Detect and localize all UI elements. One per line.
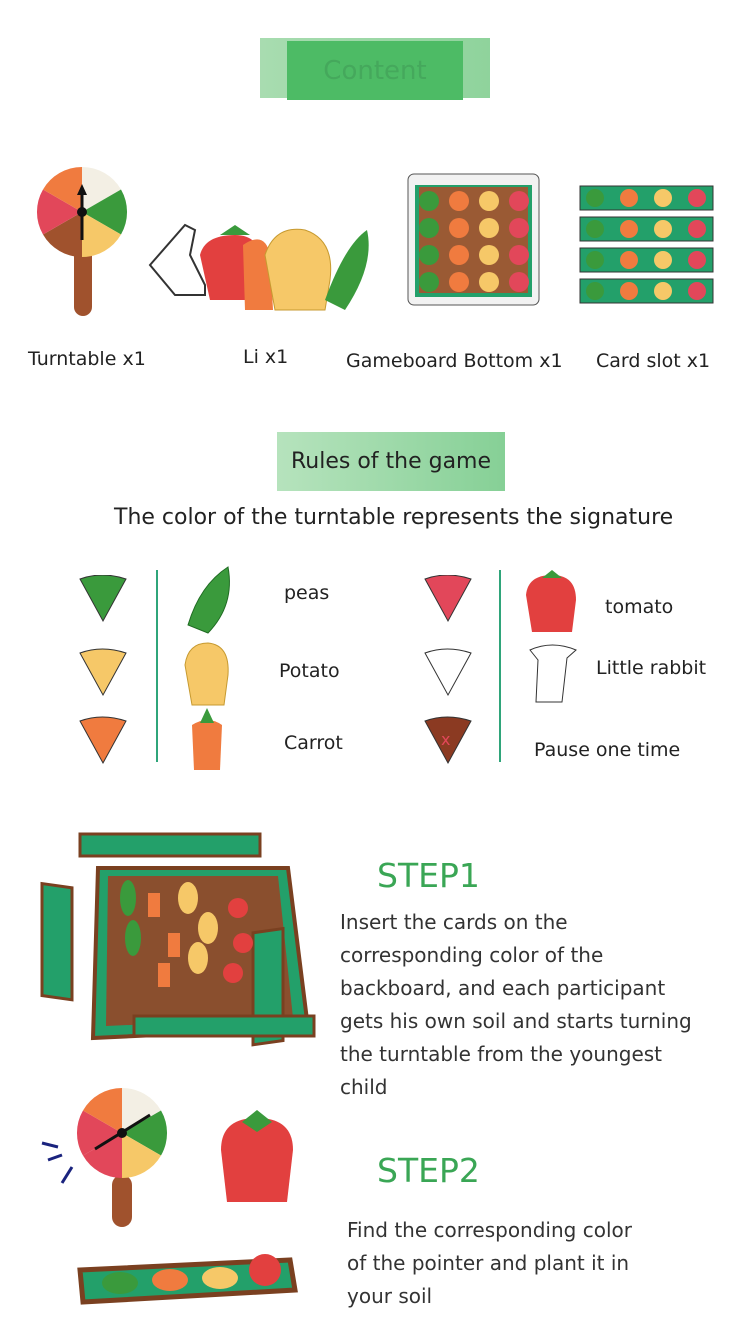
rabbit-icon [529, 644, 577, 703]
potato-icon [184, 642, 229, 706]
step1-line: child [340, 1075, 388, 1099]
tomato-wedge-icon [424, 575, 472, 623]
step1-line: Insert the cards on the [340, 910, 568, 934]
legend-rabbit: Little rabbit [596, 657, 707, 679]
product-page: Content Turntable x1 Li x1 Gameboard Bot… [0, 0, 750, 1340]
gameboard-icon [407, 173, 540, 306]
legend-wedges-left [79, 575, 127, 765]
turntable-label: Turntable x1 [28, 348, 146, 370]
board-slot [419, 245, 439, 265]
board-setup-illustration [40, 832, 316, 1047]
card-slot-dot [654, 251, 672, 269]
legend-carrot: Carrot [284, 732, 343, 754]
li-label: Li x1 [243, 346, 289, 368]
vegetable-pieces-icon [148, 223, 369, 311]
board-slot [509, 245, 529, 265]
rules-header: Rules of the game [277, 432, 505, 491]
card-slot-dot [620, 189, 638, 207]
board-slot [419, 218, 439, 238]
divider [499, 570, 501, 762]
legend-veg-right [526, 570, 577, 703]
card-slot-dot [688, 282, 706, 300]
step1-line: backboard, and each participant [340, 976, 666, 1000]
turntable-icon [36, 166, 128, 316]
step2-title: STEP2 [377, 1151, 480, 1190]
legend-pause: Pause one time [534, 739, 681, 761]
peas-wedge-icon [79, 575, 127, 623]
card-slot-dot [586, 282, 604, 300]
legend-peas: peas [284, 582, 330, 604]
card-slot-dot [586, 251, 604, 269]
card-slot-dot [654, 189, 672, 207]
rules-subtitle: The color of the turntable represents th… [114, 505, 674, 530]
board-slot [479, 191, 499, 211]
legend-potato: Potato [279, 660, 340, 682]
step2-text: Find the corresponding color of the poin… [347, 1214, 632, 1313]
tomato-icon [526, 575, 576, 632]
board-slot [449, 191, 469, 211]
board-slot [449, 218, 469, 238]
legend-tomato: tomato [605, 596, 674, 618]
rabbit-wedge-icon [424, 648, 472, 697]
peas-icon [187, 566, 230, 634]
step2-line: of the pointer and plant it in [347, 1251, 630, 1275]
step1-line: the turntable from the youngest [340, 1042, 663, 1066]
board-slot [509, 218, 529, 238]
card-slot-dot [620, 282, 638, 300]
card-slot-dot [620, 220, 638, 238]
legend-wedges-right: x [424, 575, 472, 765]
board-slot [509, 191, 529, 211]
board-slot [419, 272, 439, 292]
step1-line: gets his own soil and starts turning [340, 1009, 692, 1033]
board-slot [449, 272, 469, 292]
card-slot-dot [688, 220, 706, 238]
carrot-icon [192, 720, 222, 770]
legend-veg-left [184, 566, 230, 770]
divider [156, 570, 158, 762]
step2-line: your soil [347, 1284, 433, 1308]
board-slot [479, 272, 499, 292]
content-header: Content [287, 41, 463, 100]
board-slot [509, 272, 529, 292]
svg-text:x: x [441, 730, 450, 749]
step1-line: corresponding color of the [340, 943, 604, 967]
tomato-card-icon [221, 1110, 293, 1202]
step1-text: Insert the cards on the corresponding co… [340, 906, 692, 1104]
card-slot-dot [688, 189, 706, 207]
board-slot [419, 191, 439, 211]
board-slot [479, 218, 499, 238]
board-slot [479, 245, 499, 265]
card-slot-dot [654, 282, 672, 300]
card-slot-dot [586, 189, 604, 207]
step2-line: Find the corresponding color [347, 1218, 632, 1242]
potato-wedge-icon [79, 648, 127, 697]
gameboard-label: Gameboard Bottom x1 [346, 350, 563, 372]
card-slot-dot [586, 220, 604, 238]
spinning-turntable-icon [41, 1088, 168, 1227]
card-slot-dot [620, 251, 638, 269]
step1-title: STEP1 [377, 856, 480, 895]
card-slot-dot [688, 251, 706, 269]
card-slot-label: Card slot x1 [596, 350, 711, 372]
board-slot [449, 245, 469, 265]
card-slot-icon [579, 185, 714, 304]
soil-card-slot-icon [77, 1254, 298, 1305]
card-slot-dot [654, 220, 672, 238]
carrot-wedge-icon [79, 716, 127, 765]
